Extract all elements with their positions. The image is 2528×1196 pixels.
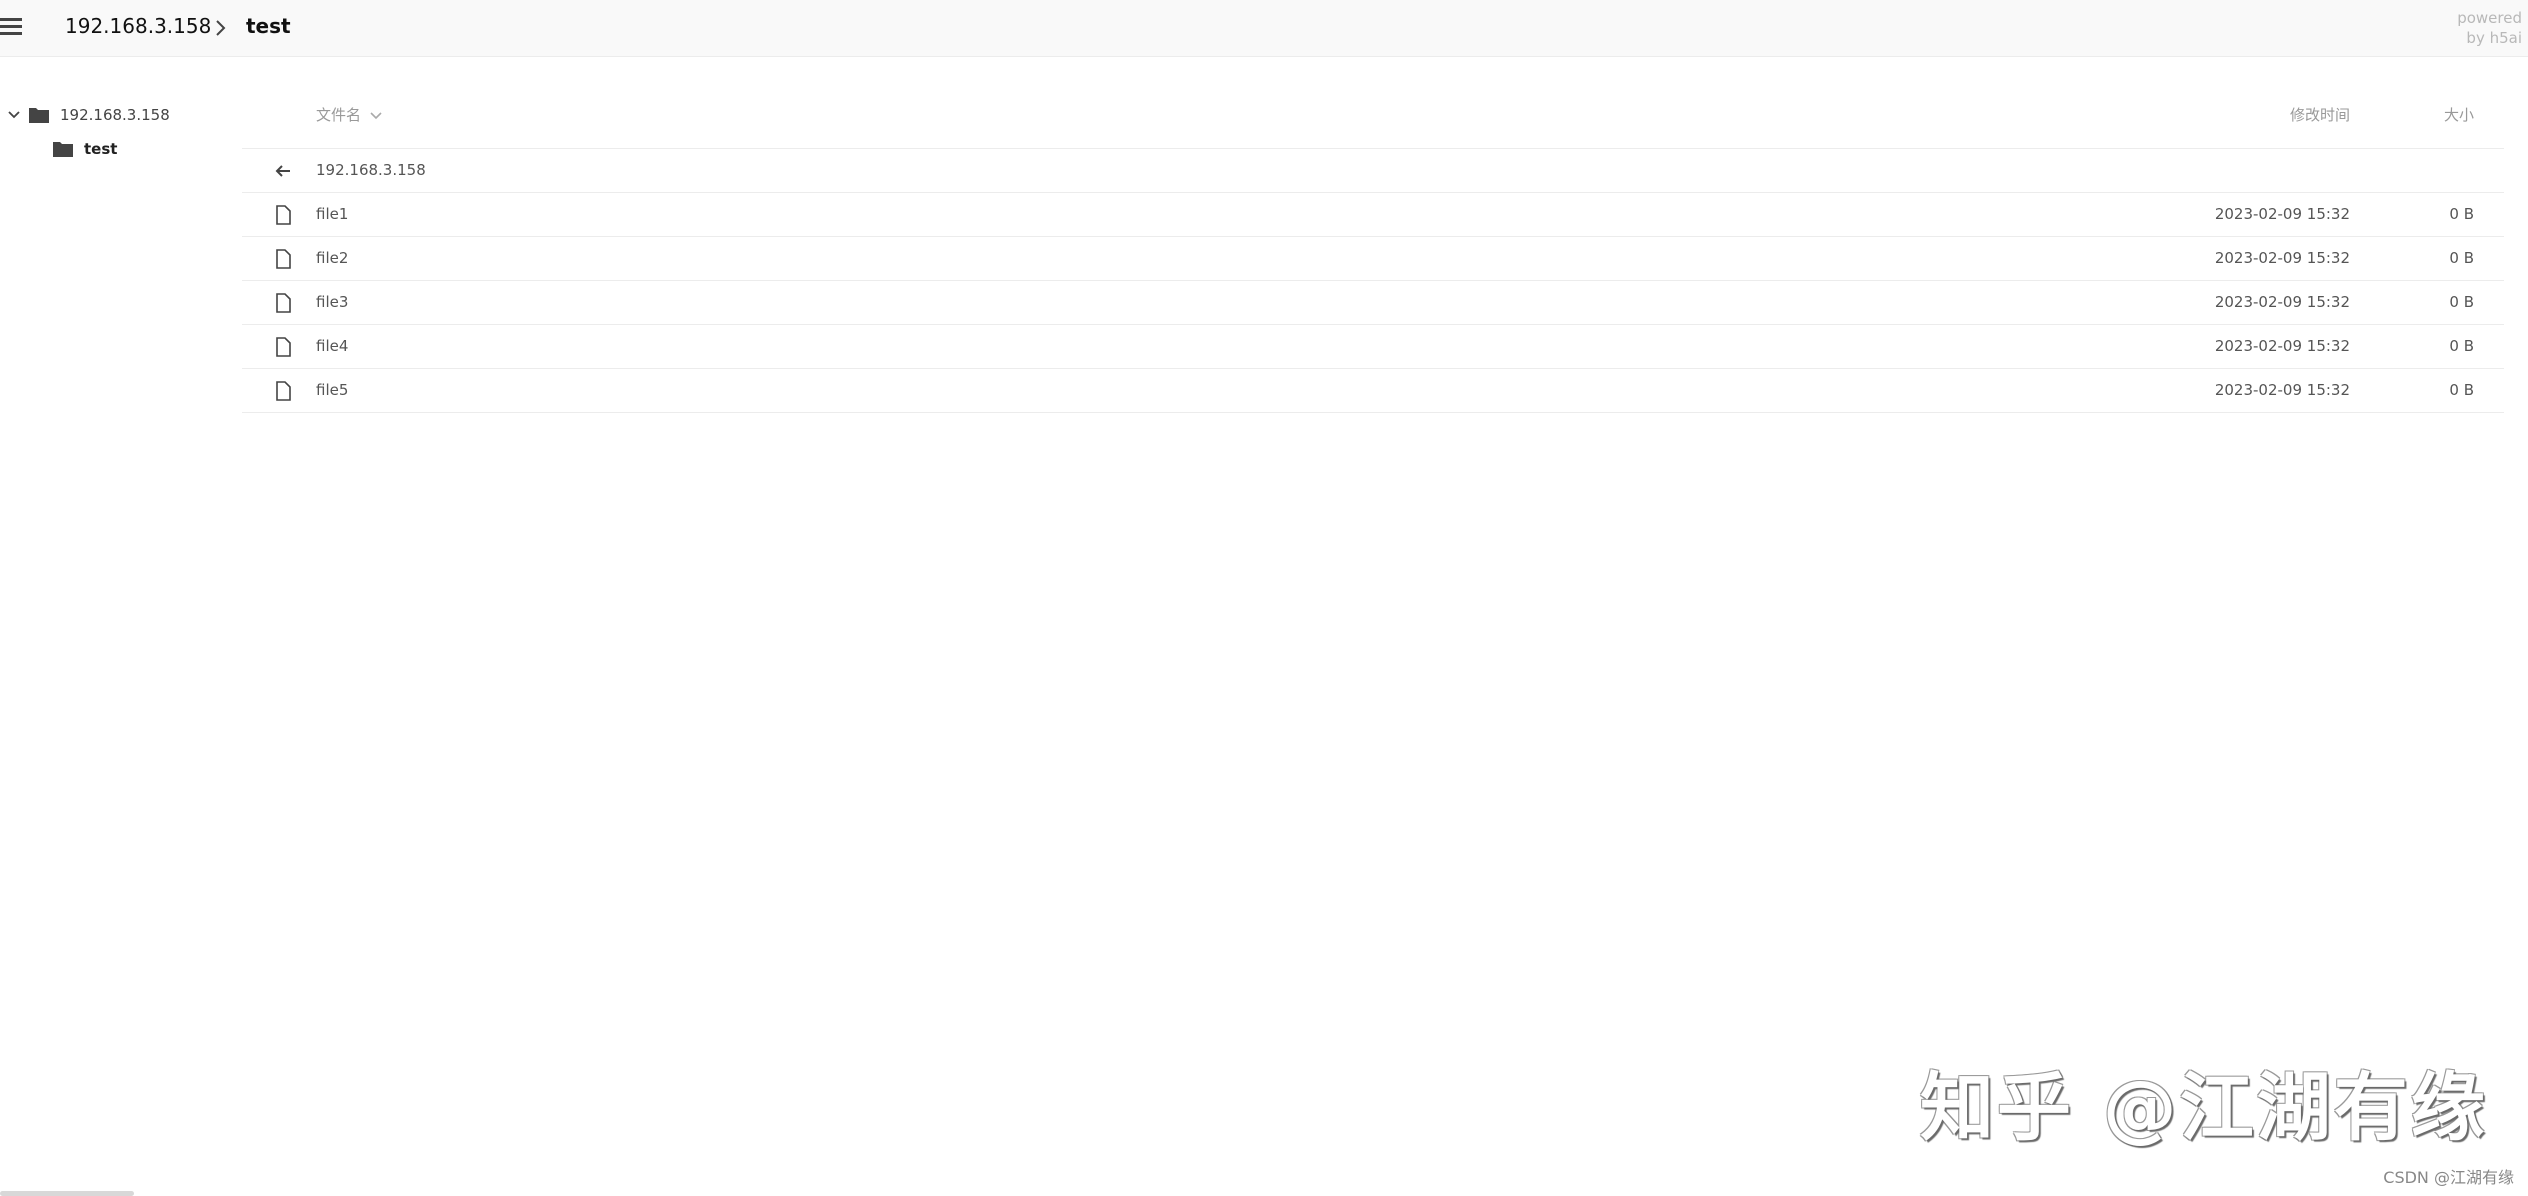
menu-icon[interactable] <box>0 18 24 40</box>
file-date: 2023-02-09 15:32 <box>2214 293 2350 311</box>
file-size: 0 B <box>2449 381 2474 399</box>
file-size: 0 B <box>2449 337 2474 355</box>
watermark-footer: CSDN @江湖有缘 <box>2383 1168 2514 1187</box>
file-name: file2 <box>316 249 349 267</box>
tree-item-test-label: test <box>84 140 118 158</box>
chevron-down-icon[interactable] <box>6 107 22 123</box>
file-row[interactable]: file1 2023-02-09 15:32 0 B <box>242 193 2504 237</box>
file-listing: 文件名 修改时间 大小 192.168.3.158 file1 2023-02-… <box>242 92 2504 413</box>
file-icon <box>276 337 291 357</box>
parent-folder-row[interactable]: 192.168.3.158 <box>242 149 2504 193</box>
file-row[interactable]: file5 2023-02-09 15:32 0 B <box>242 369 2504 413</box>
horizontal-scrollbar[interactable] <box>0 1191 134 1196</box>
back-arrow-icon <box>275 165 290 177</box>
breadcrumb-current[interactable]: test <box>246 14 291 38</box>
file-size: 0 B <box>2449 249 2474 267</box>
column-header-date[interactable]: 修改时间 <box>2290 104 2350 125</box>
file-icon <box>276 293 291 313</box>
folder-icon <box>53 142 73 157</box>
file-date: 2023-02-09 15:32 <box>2214 205 2350 223</box>
powered-by-link[interactable]: powered by h5ai <box>2457 8 2522 48</box>
file-name: file4 <box>316 337 349 355</box>
sort-chevron-icon <box>370 111 382 119</box>
tree-item-root[interactable]: 192.168.3.158 <box>6 102 170 128</box>
column-header-name[interactable]: 文件名 <box>316 104 383 125</box>
tree-item-test[interactable]: test <box>52 136 117 162</box>
file-date: 2023-02-09 15:32 <box>2214 381 2350 399</box>
parent-folder-label: 192.168.3.158 <box>316 161 426 179</box>
folder-icon <box>29 108 49 123</box>
file-name: file5 <box>316 381 349 399</box>
file-row[interactable]: file4 2023-02-09 15:32 0 B <box>242 325 2504 369</box>
breadcrumb-host[interactable]: 192.168.3.158 <box>65 14 211 38</box>
tree-item-root-label: 192.168.3.158 <box>60 106 170 124</box>
file-size: 0 B <box>2449 205 2474 223</box>
file-row[interactable]: file3 2023-02-09 15:32 0 B <box>242 281 2504 325</box>
watermark-main: 知乎 @江湖有缘 <box>1920 1065 2488 1151</box>
chevron-right-icon <box>216 20 226 36</box>
file-row[interactable]: file2 2023-02-09 15:32 0 B <box>242 237 2504 281</box>
column-header-size[interactable]: 大小 <box>2444 104 2474 125</box>
top-bar: 192.168.3.158 test powered by h5ai <box>0 0 2528 57</box>
file-size: 0 B <box>2449 293 2474 311</box>
file-icon <box>276 249 291 269</box>
powered-line-1: powered <box>2457 9 2522 27</box>
file-icon <box>276 205 291 225</box>
file-name: file3 <box>316 293 349 311</box>
file-icon <box>276 381 291 401</box>
file-date: 2023-02-09 15:32 <box>2214 337 2350 355</box>
column-header-name-label: 文件名 <box>316 106 362 124</box>
powered-line-2: by h5ai <box>2466 29 2522 47</box>
listing-header: 文件名 修改时间 大小 <box>242 92 2504 149</box>
file-name: file1 <box>316 205 349 223</box>
file-date: 2023-02-09 15:32 <box>2214 249 2350 267</box>
